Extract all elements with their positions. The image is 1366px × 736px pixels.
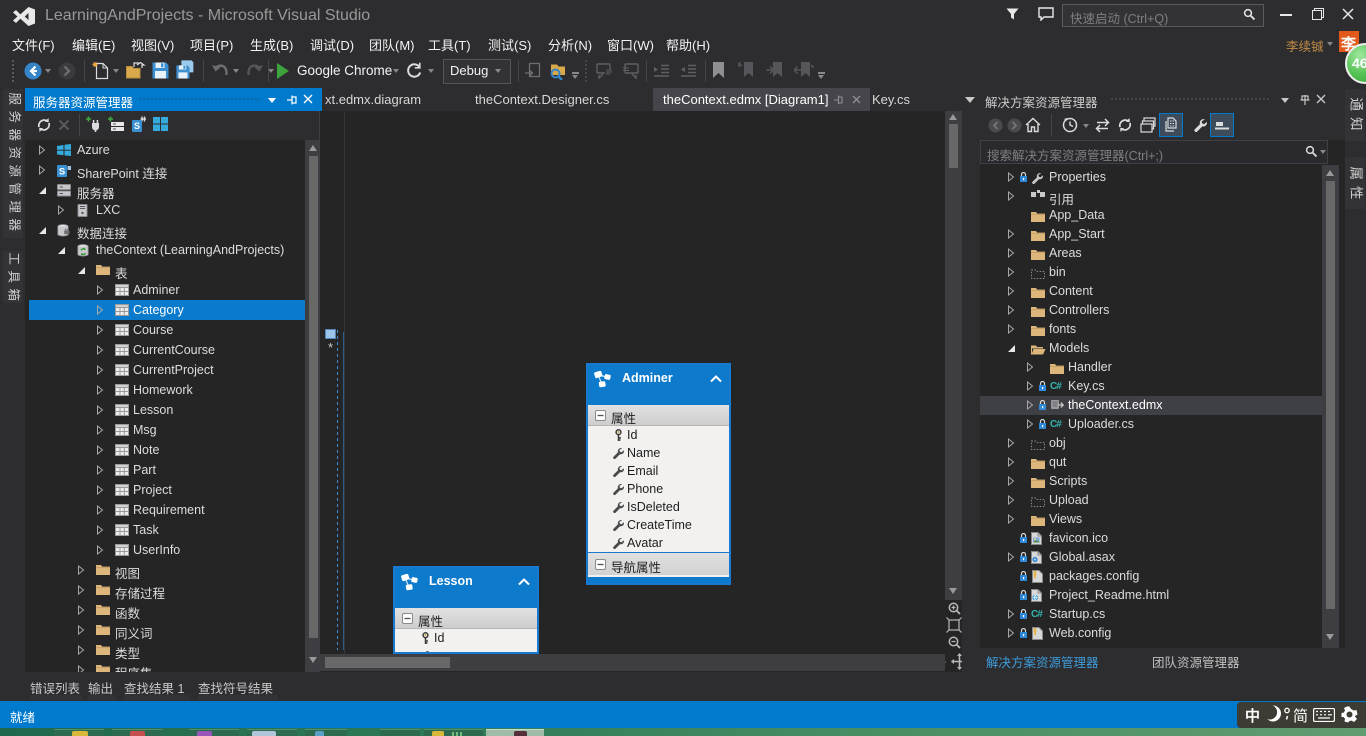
svg-text:S: S <box>59 167 65 178</box>
svg-text:S: S <box>134 121 140 131</box>
